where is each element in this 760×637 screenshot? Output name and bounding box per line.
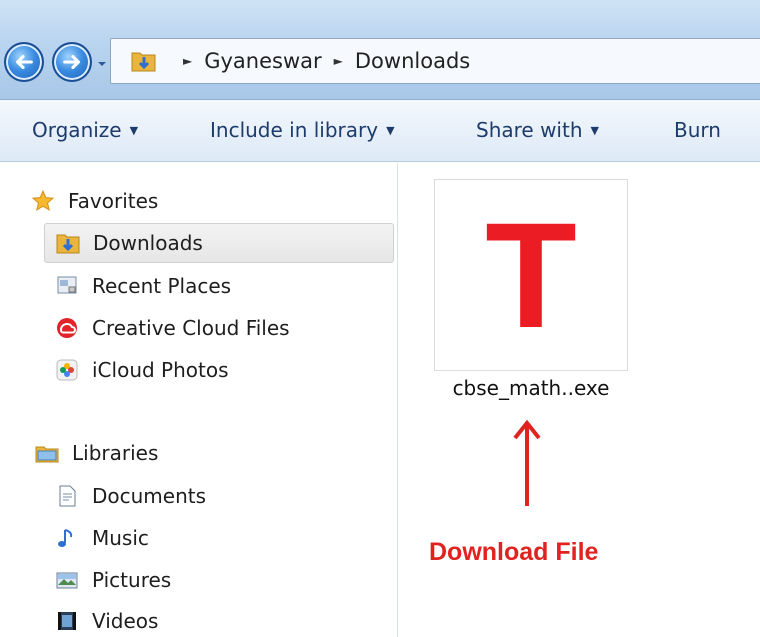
libraries-header[interactable]: Libraries <box>34 433 158 473</box>
breadcrumb-separator[interactable]: ► <box>334 54 343 68</box>
include-in-library-label: Include in library <box>210 118 379 142</box>
libraries-label: Libraries <box>72 441 159 465</box>
share-with-label: Share with <box>476 118 583 142</box>
star-icon <box>30 188 56 214</box>
breadcrumb-item-downloads[interactable]: Downloads <box>355 49 470 73</box>
recent-pages-dropdown[interactable] <box>95 57 109 71</box>
downloads-folder-icon <box>131 52 156 72</box>
sidebar-item-icloud-photos[interactable]: iCloud Photos <box>54 350 229 390</box>
chevron-down-icon: ▼ <box>129 123 139 137</box>
file-name[interactable]: cbse_math..exe <box>434 376 628 400</box>
sidebar-item-pictures[interactable]: Pictures <box>54 560 171 600</box>
sidebar-item-label: Documents <box>92 484 207 508</box>
chevron-down-icon: ▼ <box>590 123 599 137</box>
sidebar-item-label: Creative Cloud Files <box>92 316 290 340</box>
documents-icon <box>54 483 80 509</box>
chevron-down-icon: ▼ <box>386 123 395 137</box>
videos-icon <box>54 608 80 634</box>
icloud-photos-icon <box>54 357 80 383</box>
forward-button[interactable] <box>52 42 92 82</box>
sidebar-item-label: iCloud Photos <box>92 358 229 382</box>
favorites-header[interactable]: Favorites <box>30 181 158 221</box>
navigation-pane: Favorites Downloads Recent Places Creati… <box>0 163 398 637</box>
organize-label: Organize <box>32 118 122 142</box>
sidebar-item-label: Pictures <box>92 568 172 592</box>
music-icon <box>54 525 80 551</box>
sidebar-item-downloads[interactable]: Downloads <box>44 223 394 263</box>
address-bar[interactable]: ► Gyaneswar ► Downloads <box>110 38 760 84</box>
breadcrumb-item-gyaneswar[interactable]: Gyaneswar <box>204 49 321 73</box>
arrow-left-icon <box>16 54 33 70</box>
libraries-icon <box>34 440 60 466</box>
burn-label: Burn <box>674 118 721 142</box>
sidebar-item-creative-cloud-files[interactable]: Creative Cloud Files <box>54 308 290 348</box>
file-list: T cbse_math..exe Download File <box>399 163 760 637</box>
sidebar-item-videos[interactable]: Videos <box>54 601 158 637</box>
creative-cloud-icon <box>54 315 80 341</box>
annotation-label: Download File <box>429 538 599 566</box>
downloads-folder-icon <box>55 230 81 256</box>
sidebar-item-label: Recent Places <box>92 274 232 298</box>
back-button[interactable] <box>4 42 44 82</box>
burn-button[interactable]: Burn <box>674 118 721 142</box>
sidebar-item-music[interactable]: Music <box>54 518 149 558</box>
sidebar-item-label: Music <box>92 526 149 550</box>
sidebar-item-documents[interactable]: Documents <box>54 476 206 516</box>
title-bar: ► Gyaneswar ► Downloads <box>0 0 760 100</box>
sidebar-item-label: Videos <box>92 609 159 633</box>
organize-button[interactable]: Organize ▼ <box>32 118 138 142</box>
favorites-label: Favorites <box>68 189 159 213</box>
pictures-icon <box>54 567 80 593</box>
include-in-library-button[interactable]: Include in library ▼ <box>210 118 395 142</box>
file-item[interactable]: T <box>434 179 628 371</box>
arrow-up-icon <box>513 419 541 506</box>
command-bar: Organize ▼ Include in library ▼ Share wi… <box>0 100 760 162</box>
sidebar-item-label: Downloads <box>93 231 203 255</box>
sidebar-item-recent-places[interactable]: Recent Places <box>54 266 231 306</box>
breadcrumb-separator[interactable]: ► <box>183 54 192 68</box>
executable-file-icon: T <box>485 191 577 359</box>
share-with-button[interactable]: Share with ▼ <box>476 118 599 142</box>
recent-places-icon <box>54 273 80 299</box>
arrow-right-icon <box>63 54 80 70</box>
